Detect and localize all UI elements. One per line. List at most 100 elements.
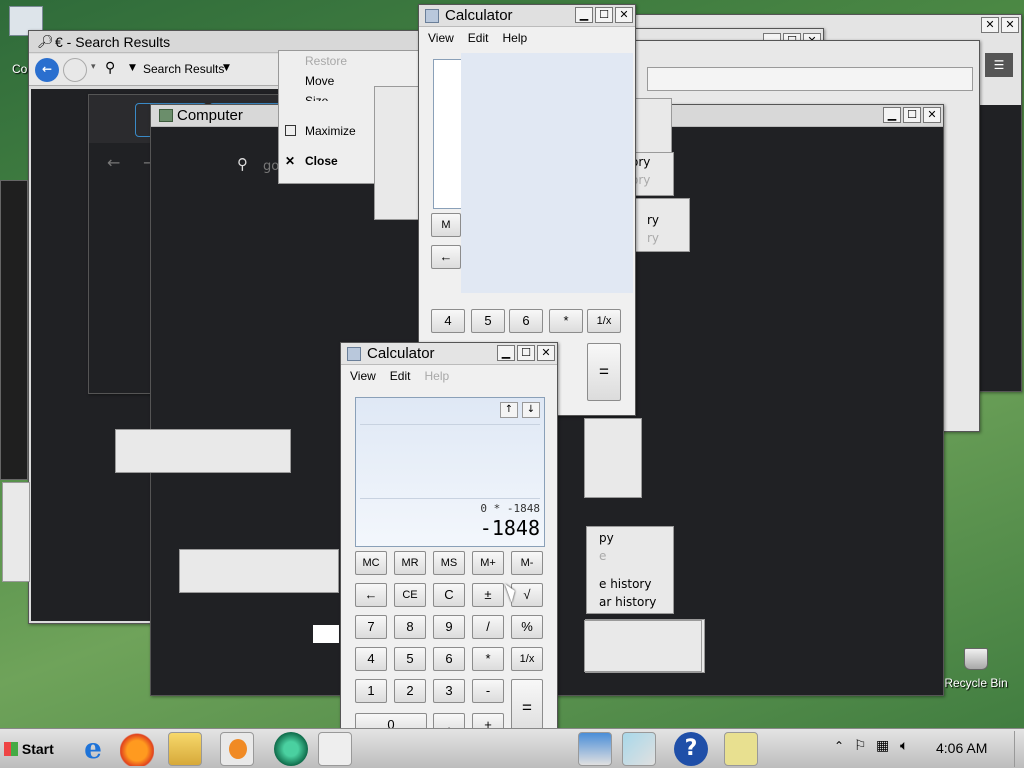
close-icon[interactable]: ✕ bbox=[1001, 17, 1019, 33]
history-item[interactable]: ar history bbox=[599, 595, 656, 609]
show-desktop-button[interactable] bbox=[1014, 731, 1022, 767]
menu-icon[interactable]: ☰ bbox=[985, 53, 1013, 77]
calc-button[interactable]: ← bbox=[355, 583, 387, 607]
calculator-back-title: Calculator bbox=[445, 7, 513, 24]
maximize-icon[interactable]: ☐ bbox=[517, 345, 535, 361]
back-history-menu: ry ry bbox=[630, 198, 690, 252]
history-item[interactable]: e history bbox=[599, 577, 651, 591]
calc-button[interactable]: 4 bbox=[355, 647, 387, 671]
calc-button[interactable]: C bbox=[433, 583, 465, 607]
close-icon[interactable]: ✕ bbox=[923, 107, 941, 123]
media-player-icon[interactable] bbox=[220, 732, 254, 766]
calc-button[interactable]: M+ bbox=[472, 551, 504, 575]
maximize-label: Maximize bbox=[305, 124, 356, 138]
calc-button[interactable]: 1/x bbox=[511, 647, 543, 671]
close-icon[interactable]: ✕ bbox=[537, 345, 555, 361]
back-button[interactable]: ← bbox=[35, 58, 59, 82]
calc-button[interactable]: MC bbox=[355, 551, 387, 575]
calc-button[interactable]: 2 bbox=[394, 679, 426, 703]
calculator-front-title: Calculator bbox=[367, 345, 435, 362]
calc-back-button[interactable]: 4 bbox=[431, 309, 465, 333]
calculator-back-titlebar[interactable]: Calculator ▁ ☐ ✕ bbox=[419, 5, 635, 27]
restore-menu-item: Restore bbox=[305, 54, 348, 68]
chevron-up-icon[interactable]: ⌃ bbox=[834, 739, 844, 753]
start-button[interactable]: Start bbox=[2, 735, 58, 763]
app-icon[interactable] bbox=[318, 732, 352, 766]
address-text[interactable]: go bbox=[263, 159, 279, 174]
calc-button[interactable]: - bbox=[472, 679, 504, 703]
calc-button[interactable]: M- bbox=[511, 551, 543, 575]
calc-button[interactable]: MR bbox=[394, 551, 426, 575]
calculator-back-menubar: View Edit Help bbox=[420, 28, 634, 48]
calc-button[interactable]: 3 bbox=[433, 679, 465, 703]
maximize-icon[interactable]: ☐ bbox=[595, 7, 613, 23]
calc-button[interactable]: 8 bbox=[394, 615, 426, 639]
calc-button[interactable]: % bbox=[511, 615, 543, 639]
calculator-front-titlebar[interactable]: Calculator ▁ ☐ ✕ bbox=[341, 343, 557, 365]
view-menu[interactable]: View bbox=[428, 28, 454, 48]
dropdown-icon[interactable]: ▾ bbox=[91, 62, 96, 72]
close-icon[interactable]: ✕ bbox=[615, 7, 633, 23]
calc-button[interactable]: MS bbox=[433, 551, 465, 575]
history-down-button[interactable]: ↓ bbox=[522, 402, 540, 418]
back-icon[interactable]: ← bbox=[107, 153, 120, 172]
calc-back-button[interactable]: 5 bbox=[471, 309, 505, 333]
file-explorer-icon[interactable] bbox=[168, 732, 202, 766]
dropdown-icon[interactable]: ▼ bbox=[129, 63, 136, 73]
calc-button[interactable]: 9 bbox=[433, 615, 465, 639]
help-menu[interactable]: Help bbox=[502, 28, 527, 48]
calc-button[interactable]: * bbox=[472, 647, 504, 671]
edit-menu[interactable]: Edit bbox=[468, 28, 489, 48]
clock[interactable]: 4:06 AM bbox=[936, 740, 987, 756]
calculator-icon bbox=[347, 347, 361, 361]
help-icon[interactable]: ? bbox=[674, 732, 708, 766]
calc-button[interactable]: 5 bbox=[394, 647, 426, 671]
minimize-icon[interactable]: ▁ bbox=[575, 7, 593, 23]
play-icon bbox=[229, 739, 247, 759]
edit-menu[interactable]: Edit bbox=[390, 366, 411, 386]
app-icon[interactable] bbox=[724, 732, 758, 766]
maximize-icon[interactable]: ☐ bbox=[903, 107, 921, 123]
calc-back-button[interactable]: 6 bbox=[509, 309, 543, 333]
calc-button[interactable]: 7 bbox=[355, 615, 387, 639]
history-item[interactable]: ry bbox=[647, 213, 659, 227]
history-item[interactable]: py bbox=[599, 531, 614, 545]
network-icon[interactable]: ▦ bbox=[876, 738, 889, 754]
flag-icon[interactable]: ⚐ bbox=[854, 738, 867, 754]
app-icon[interactable] bbox=[578, 732, 612, 766]
gray-panel bbox=[374, 86, 420, 220]
calc-button[interactable]: 6 bbox=[433, 647, 465, 671]
minimize-icon[interactable]: ▁ bbox=[497, 345, 515, 361]
search-icon: ⚲ bbox=[237, 155, 248, 173]
app-icon[interactable] bbox=[622, 732, 656, 766]
recycle-bin-label: Recycle Bin bbox=[944, 676, 1008, 690]
forward-button[interactable] bbox=[63, 58, 87, 82]
firefox-icon[interactable] bbox=[120, 732, 154, 766]
calculator-back-overlay bbox=[461, 53, 633, 293]
history-divider bbox=[360, 424, 540, 425]
calc-back-equals[interactable]: = bbox=[587, 343, 621, 401]
volume-muted-icon[interactable]: 🔈︎ bbox=[900, 738, 908, 754]
calc-button[interactable]: ± bbox=[472, 583, 504, 607]
calc-back-button[interactable]: M bbox=[431, 213, 461, 237]
view-menu[interactable]: View bbox=[350, 366, 376, 386]
history-up-button[interactable]: ↑ bbox=[500, 402, 518, 418]
calc-button[interactable]: CE bbox=[394, 583, 426, 607]
calc-back-button[interactable]: 1/x bbox=[587, 309, 621, 333]
internet-explorer-icon[interactable]: e bbox=[76, 732, 110, 766]
calc-back-button[interactable]: * bbox=[549, 309, 583, 333]
calc-button[interactable]: 1 bbox=[355, 679, 387, 703]
browser-title: € - Search Results bbox=[55, 34, 171, 50]
search-results-label[interactable]: Search Results bbox=[143, 62, 224, 76]
display-divider bbox=[360, 498, 540, 499]
calc-back-button[interactable]: ← bbox=[431, 245, 461, 269]
calc-button[interactable]: / bbox=[472, 615, 504, 639]
minimize-icon[interactable]: ▁ bbox=[883, 107, 901, 123]
app-icon[interactable] bbox=[274, 732, 308, 766]
calculator-window-front[interactable]: Calculator ▁ ☐ ✕ View Edit Help ↑ ↓ 0 * … bbox=[340, 342, 558, 752]
dropdown-icon[interactable]: ▼ bbox=[223, 63, 230, 73]
close-icon[interactable]: ✕ bbox=[981, 17, 999, 33]
calculator-front-menubar: View Edit Help bbox=[342, 366, 556, 386]
help-menu[interactable]: Help bbox=[424, 366, 449, 386]
recycle-bin-desktop-item[interactable]: Recycle Bin bbox=[942, 646, 1010, 692]
